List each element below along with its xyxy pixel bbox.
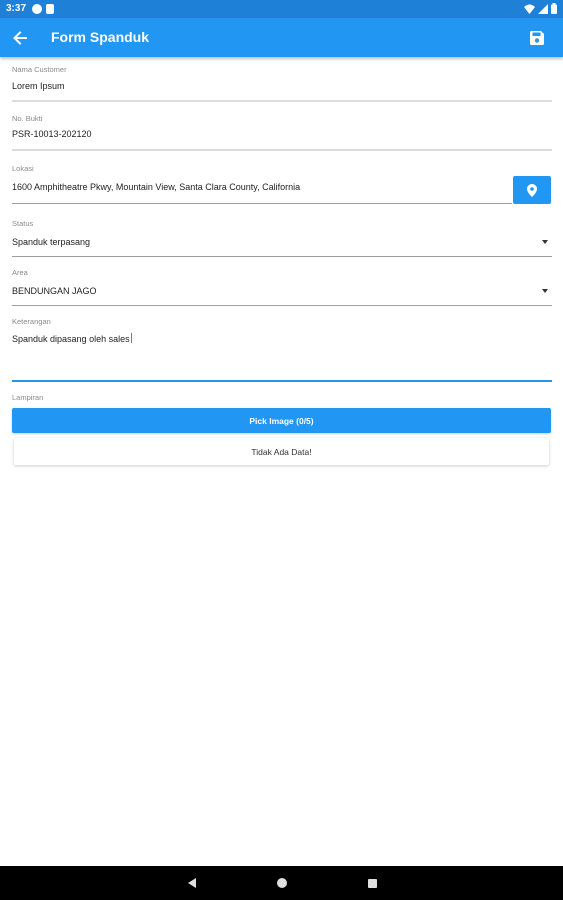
area-dropdown[interactable]: Area BENDUNGAN JAGO	[12, 268, 552, 308]
nama-customer-underline	[12, 100, 552, 102]
lokasi-underline	[12, 203, 512, 204]
nama-customer-value: Lorem Ipsum	[12, 81, 65, 91]
lokasi-value: 1600 Amphitheatre Pkwy, Mountain View, S…	[12, 182, 301, 192]
home-icon	[277, 878, 287, 888]
status-label: Status	[12, 219, 34, 228]
lokasi-label: Lokasi	[12, 164, 34, 173]
nav-back-button[interactable]	[185, 876, 199, 890]
no-bukti-underline	[12, 149, 552, 151]
keterangan-label: Keterangan	[12, 317, 51, 326]
status-bar: 3:37	[0, 0, 563, 18]
no-bukti-field[interactable]: No. Bukti PSR-10013-202120	[12, 114, 552, 154]
area-dropdown-arrow-icon	[542, 289, 548, 293]
status-value: Spanduk terpasang	[12, 237, 91, 247]
nav-home-button[interactable]	[275, 876, 289, 890]
map-pin-icon	[527, 183, 537, 197]
wifi-icon	[524, 4, 535, 14]
no-bukti-value: PSR-10013-202120	[12, 129, 92, 139]
status-dropdown[interactable]: Status Spanduk terpasang	[12, 219, 552, 259]
screen: 3:37 Form Spanduk Nama Customer Lorem Ip…	[0, 0, 563, 900]
save-button[interactable]	[525, 26, 549, 50]
arrow-left-icon	[13, 31, 27, 45]
keterangan-underline	[12, 380, 552, 382]
keterangan-value-wrap: Spanduk dipasang oleh sales	[12, 333, 132, 344]
status-right-icons	[524, 3, 557, 14]
app-bar: Form Spanduk	[0, 18, 563, 57]
area-value: BENDUNGAN JAGO	[12, 286, 97, 296]
sim-card-icon	[46, 4, 54, 14]
page-title: Form Spanduk	[51, 29, 150, 45]
status-dropdown-arrow-icon	[542, 240, 548, 244]
status-time: 3:37	[6, 3, 27, 14]
recents-icon	[367, 878, 377, 888]
pick-image-button[interactable]: Pick Image (0/5)	[12, 408, 551, 433]
empty-attachments-text: Tidak Ada Data!	[14, 438, 549, 465]
no-bukti-label: No. Bukti	[12, 114, 43, 123]
battery-icon	[551, 3, 557, 14]
status-left-icons	[32, 4, 54, 14]
area-label: Area	[12, 268, 28, 277]
back-button[interactable]	[8, 26, 32, 50]
text-cursor	[130, 333, 132, 343]
pick-location-button[interactable]	[513, 176, 551, 204]
nama-customer-field[interactable]: Nama Customer Lorem Ipsum	[12, 65, 552, 105]
lampiran-label: Lampiran	[12, 393, 44, 402]
keterangan-value: Spanduk dipasang oleh sales	[12, 334, 130, 344]
navigation-bar	[0, 866, 563, 900]
area-underline	[12, 305, 552, 306]
back-icon	[188, 878, 196, 888]
signal-icon	[538, 3, 548, 14]
notification-icon	[32, 4, 42, 14]
status-underline	[12, 256, 552, 257]
save-icon	[530, 31, 544, 45]
nama-customer-label: Nama Customer	[12, 65, 67, 74]
nav-recents-button[interactable]	[365, 876, 379, 890]
lampiran-section: Lampiran	[12, 393, 552, 405]
keterangan-textarea[interactable]: Keterangan Spanduk dipasang oleh sales	[12, 317, 552, 385]
lokasi-field[interactable]: Lokasi 1600 Amphitheatre Pkwy, Mountain …	[12, 164, 512, 206]
